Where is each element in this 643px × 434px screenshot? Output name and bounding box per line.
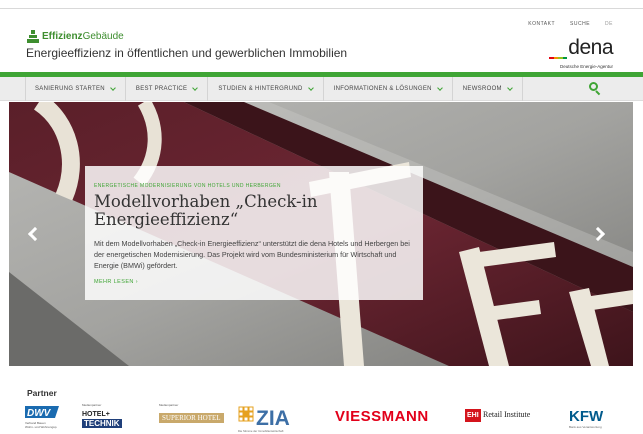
partner-logo-hotel-technik[interactable]: Medienpartner HOTEL+ TECHNIK bbox=[82, 403, 128, 433]
hero-teaser-card: ENERGETISCHE MODERNISIERUNG VON HOTELS U… bbox=[85, 166, 423, 300]
chevron-down-icon bbox=[436, 84, 443, 91]
svg-text:Bank aus Verantwortung: Bank aus Verantwortung bbox=[569, 425, 602, 429]
hero-slider: ENERGETISCHE MODERNISIERUNG VON HOTELS U… bbox=[9, 102, 633, 366]
hero-title[interactable]: Modellvorhaben „Check-in Energieeffizien… bbox=[94, 193, 414, 229]
hero-kicker: ENERGETISCHE MODERNISIERUNG VON HOTELS U… bbox=[94, 183, 281, 189]
svg-text:KFW: KFW bbox=[569, 408, 604, 425]
chevron-down-icon bbox=[192, 84, 199, 91]
nav-item-sanierung-starten[interactable]: SANIERUNG STARTEN bbox=[25, 77, 126, 101]
dena-color-bar bbox=[549, 57, 567, 59]
svg-text:VIESSMANN: VIESSMANN bbox=[335, 408, 429, 425]
effizienzgebaeude-logo[interactable]: EffizienzGebäude bbox=[27, 29, 124, 43]
logo-wordmark: EffizienzGebäude bbox=[42, 31, 124, 42]
svg-text:Die Stimme der Immobilienwirts: Die Stimme der Immobilienwirtschaft bbox=[238, 429, 284, 433]
site-tagline: Energieeffizienz in öffentlichen und gew… bbox=[26, 46, 348, 60]
read-more-link[interactable]: MEHR LESEN › bbox=[94, 279, 138, 285]
search-icon[interactable] bbox=[589, 82, 601, 96]
slider-next-button[interactable] bbox=[590, 226, 607, 242]
chevron-down-icon bbox=[507, 84, 513, 91]
search-link[interactable]: SUCHE bbox=[570, 21, 590, 27]
main-nav: SANIERUNG STARTEN BEST PRACTICE STUDIEN … bbox=[0, 77, 643, 101]
chevron-left-icon bbox=[27, 226, 43, 242]
nav-item-best-practice[interactable]: BEST PRACTICE bbox=[126, 77, 209, 101]
chevron-right-icon bbox=[590, 226, 606, 242]
dena-logo[interactable]: dena Deutsche Energie-Agentur bbox=[547, 37, 613, 73]
partner-logo-viessmann[interactable]: VIESSMANN bbox=[333, 403, 443, 433]
partner-logo-ehi[interactable]: EHI Retail Institute bbox=[465, 403, 550, 433]
nav-item-studien-hintergrund[interactable]: STUDIEN & HINTERGRUND bbox=[208, 77, 324, 101]
nav-item-informationen-loesungen[interactable]: INFORMATIONEN & LÖSUNGEN bbox=[324, 77, 453, 101]
site-header: EffizienzGebäude Energieeffizienz in öff… bbox=[0, 9, 643, 71]
chevron-down-icon bbox=[110, 84, 116, 91]
hero-description: Mit dem Modellvorhaben „Check-in Energie… bbox=[94, 239, 410, 270]
partner-logo-superior-hotel[interactable]: Medienpartner SUPERIOR HOTEL bbox=[159, 403, 224, 433]
language-switch[interactable]: DE bbox=[605, 21, 613, 27]
partner-logo-kfw[interactable]: KFW Bank aus Verantwortung bbox=[567, 403, 607, 433]
partner-logo-zia[interactable]: ZIA Die Stimme der Immobilienwirtschaft bbox=[238, 403, 318, 433]
chevron-right-icon: › bbox=[135, 279, 138, 285]
dena-bar-segment bbox=[562, 57, 567, 59]
partner-heading: Partner bbox=[27, 388, 57, 398]
contact-link[interactable]: KONTAKT bbox=[528, 21, 555, 27]
dena-wordmark: dena bbox=[568, 36, 613, 59]
building-icon bbox=[27, 30, 39, 43]
partner-logo-dwv[interactable]: DWV Verband Bauen Wohn- und Wohnungsp. bbox=[25, 403, 65, 433]
svg-text:DWV: DWV bbox=[27, 408, 52, 419]
nav-item-newsroom[interactable]: NEWSROOM bbox=[453, 77, 523, 101]
svg-text:Wohn- und Wohnungsp.: Wohn- und Wohnungsp. bbox=[25, 425, 57, 429]
svg-text:ZIA: ZIA bbox=[256, 407, 290, 430]
meta-nav: KONTAKT SUCHE DE bbox=[528, 21, 613, 27]
partner-logos: DWV Verband Bauen Wohn- und Wohnungsp. M… bbox=[25, 403, 625, 433]
slider-prev-button[interactable] bbox=[27, 226, 43, 242]
dena-subtitle: Deutsche Energie-Agentur bbox=[559, 64, 613, 69]
chevron-down-icon bbox=[307, 84, 314, 91]
